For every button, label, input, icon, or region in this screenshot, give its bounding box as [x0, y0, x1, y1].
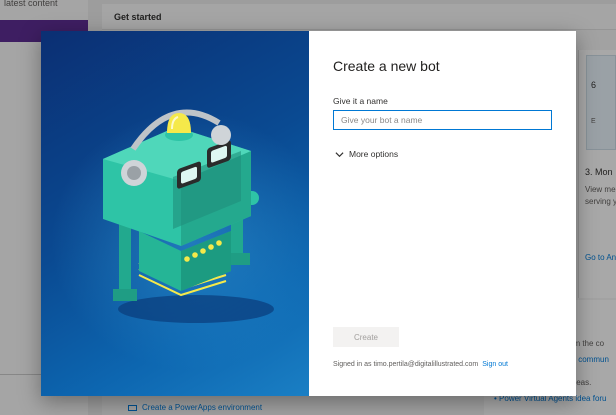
create-button[interactable]: Create: [333, 327, 399, 347]
signed-in-text: Signed in as timo.pertila@digitalillustr…: [333, 361, 479, 368]
bot-name-label: Give it a name: [333, 96, 388, 106]
more-options-toggle[interactable]: More options: [335, 149, 398, 159]
robot-illustration: [41, 31, 309, 396]
create-bot-dialog: Create a new bot Give it a name More opt…: [41, 31, 576, 396]
bot-name-input[interactable]: [333, 110, 552, 130]
dialog-title: Create a new bot: [333, 58, 440, 74]
sign-out-link[interactable]: Sign out: [482, 361, 508, 368]
more-options-label: More options: [349, 149, 399, 159]
signed-in-footer: Signed in as timo.pertila@digitalillustr…: [333, 361, 508, 368]
robot-icon: [51, 109, 309, 371]
chevron-down-icon: [335, 151, 344, 157]
create-bot-form: Create a new bot Give it a name More opt…: [309, 31, 576, 396]
